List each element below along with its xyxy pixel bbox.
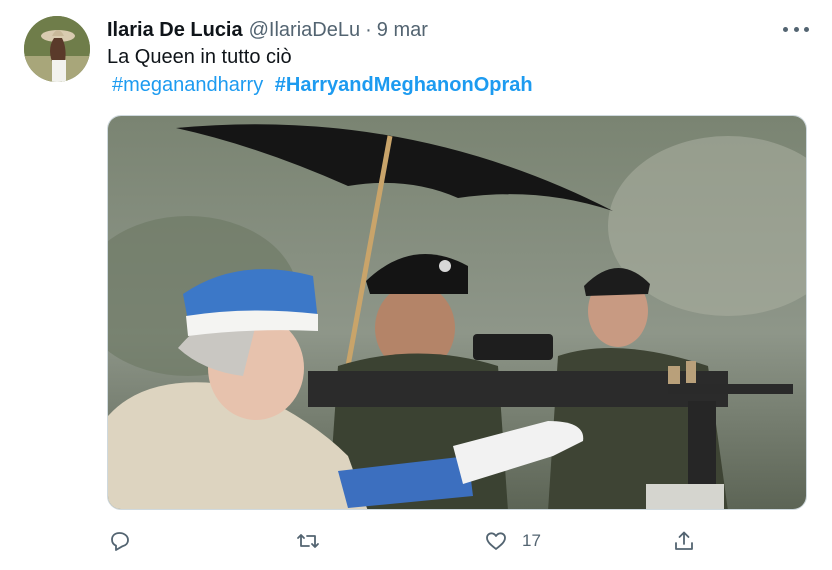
tweet-header: Ilaria De Lucia @IlariaDeLu · 9 mar — [107, 17, 428, 43]
tweet-photo[interactable] — [107, 115, 807, 510]
like-count: 17 — [522, 531, 541, 550]
hashtag-link[interactable]: #meganandharry — [112, 74, 263, 96]
tweet: Ilaria De Lucia @IlariaDeLu · 9 mar La Q… — [0, 0, 832, 570]
reply-button[interactable] — [108, 528, 146, 554]
separator-dot: · — [365, 18, 372, 41]
retweet-icon — [297, 534, 319, 548]
tweet-date[interactable]: 9 mar — [377, 19, 428, 42]
author-handle[interactable]: @IlariaDeLu — [249, 19, 360, 42]
more-horizontal-icon — [783, 26, 788, 32]
share-button[interactable] — [672, 528, 696, 554]
share-icon — [675, 531, 693, 550]
author-name[interactable]: Ilaria De Lucia — [107, 19, 243, 42]
like-button[interactable]: 17 — [484, 528, 541, 554]
heart-icon — [486, 532, 506, 550]
avatar[interactable] — [24, 16, 90, 82]
tweet-actions: 17 — [108, 528, 698, 554]
tweet-hashtags: #meganandharry #HarryandMeghanonOprah — [112, 74, 533, 97]
retweet-button[interactable] — [296, 528, 334, 554]
hashtag-link[interactable]: #HarryandMeghanonOprah — [275, 74, 533, 96]
tweet-text: La Queen in tutto ciò — [107, 46, 292, 68]
reply-icon — [111, 532, 129, 551]
more-options-button[interactable] — [783, 18, 809, 40]
